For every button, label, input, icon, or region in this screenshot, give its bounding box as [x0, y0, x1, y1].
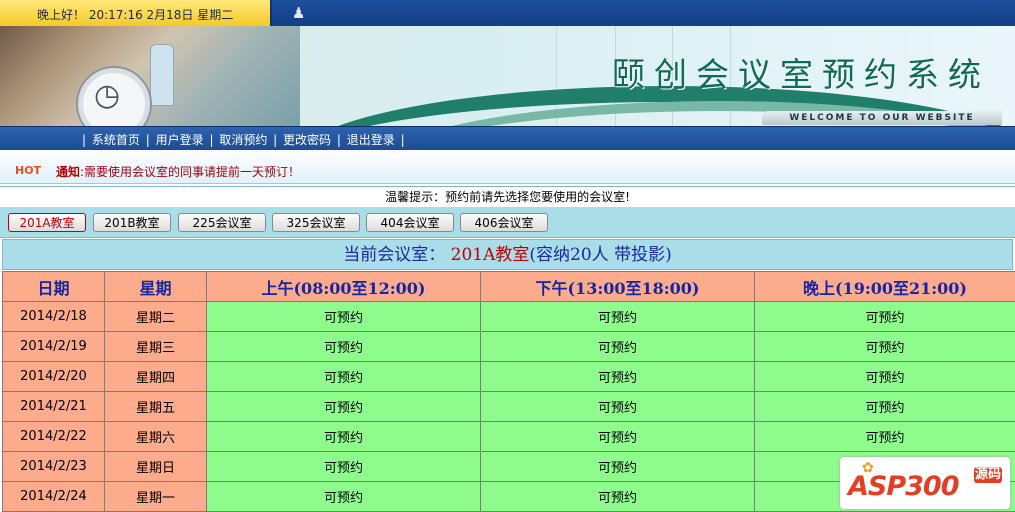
cell-weekday: 星期五 — [104, 391, 207, 422]
notice-bar: HOT 通知:需要使用会议室的同事请提前一天预订！ — [0, 150, 1015, 184]
cell-date: 2014/2/23 — [2, 451, 105, 482]
room-button-201b[interactable]: 201B教室 — [93, 213, 171, 232]
greeting-text: 晚上好！ 20:17:16 2月18日 星期二 — [37, 8, 234, 22]
cell-date: 2014/2/20 — [2, 361, 105, 392]
top-status-bar: 晚上好！ 20:17:16 2月18日 星期二 ♟ — [0, 0, 1015, 26]
slot-morning[interactable]: 可预约 — [206, 451, 481, 482]
room-button-404[interactable]: 404会议室 — [366, 213, 454, 232]
cell-weekday: 星期二 — [104, 301, 207, 332]
site-banner: ◷ 颐创会议室预约系统 WELCOME TO OUR WEBSITE — [0, 26, 1015, 126]
table-row: 2014/2/20 星期四 可预约 可预约 可预约 — [2, 361, 1015, 392]
current-room-detail: (容纳20人 带投影) — [529, 245, 672, 265]
slot-afternoon[interactable]: 可预约 — [480, 301, 755, 332]
table-row: 2014/2/22 星期六 可预约 可预约 可预约 — [2, 421, 1015, 452]
room-button-406[interactable]: 406会议室 — [460, 213, 548, 232]
slot-morning[interactable]: 可预约 — [206, 421, 481, 452]
cell-date: 2014/2/18 — [2, 301, 105, 332]
slot-evening[interactable]: 可预约 — [754, 331, 1015, 362]
cell-weekday: 星期日 — [104, 451, 207, 482]
slot-evening[interactable]: 可预约 — [754, 361, 1015, 392]
cell-date: 2014/2/24 — [2, 481, 105, 512]
column-header-date: 日期 — [2, 271, 105, 302]
watermark-text: ASP300 — [848, 471, 959, 502]
table-row: 2014/2/19 星期三 可预约 可预约 可预约 — [2, 331, 1015, 362]
hot-badge: HOT — [15, 164, 42, 177]
room-button-325[interactable]: 325会议室 — [272, 213, 360, 232]
table-row: 2014/2/21 星期五 可预约 可预约 可预约 — [2, 391, 1015, 422]
tip-message: 温馨提示：预约前请先选择您要使用的会议室! — [0, 186, 1015, 208]
notice-message: 通知:需要使用会议室的同事请提前一天预订！ — [56, 163, 300, 180]
slot-afternoon[interactable]: 可预约 — [480, 361, 755, 392]
main-nav: | 系统首页 | 用户登录 | 取消预约 | 更改密码 | 退出登录 | — [0, 126, 1015, 151]
room-button-225[interactable]: 225会议室 — [178, 213, 266, 232]
nav-logout[interactable]: 退出登录 — [347, 133, 395, 147]
slot-morning[interactable]: 可预约 — [206, 481, 481, 512]
slot-afternoon[interactable]: 可预约 — [480, 331, 755, 362]
table-header-row: 日期 星期 上午(08:00至12:00) 下午(13:00至18:00) 晚上… — [2, 271, 1015, 302]
bottle-illustration — [150, 44, 174, 106]
nav-home[interactable]: 系统首页 — [92, 133, 140, 147]
notice-label: 通知 — [56, 165, 81, 179]
cell-weekday: 星期一 — [104, 481, 207, 512]
cell-weekday: 星期六 — [104, 421, 207, 452]
slot-morning[interactable]: 可预约 — [206, 301, 481, 332]
current-room-prefix: 当前会议室： — [343, 245, 446, 265]
cell-date: 2014/2/22 — [2, 421, 105, 452]
column-header-weekday: 星期 — [104, 271, 207, 302]
welcome-caption: WELCOME TO OUR WEBSITE — [762, 111, 1002, 125]
cell-date: 2014/2/19 — [2, 331, 105, 362]
current-room-name: 201A教室 — [450, 245, 530, 265]
slot-evening[interactable]: 可预约 — [754, 301, 1015, 332]
nav-cancel-booking[interactable]: 取消预约 — [219, 133, 267, 147]
slot-morning[interactable]: 可预约 — [206, 331, 481, 362]
nav-links: | 系统首页 | 用户登录 | 取消预约 | 更改密码 | 退出登录 | — [82, 133, 405, 147]
nav-login[interactable]: 用户登录 — [156, 133, 204, 147]
slot-morning[interactable]: 可预约 — [206, 391, 481, 422]
notice-text: :需要使用会议室的同事请提前一天预订！ — [80, 165, 301, 179]
slot-afternoon[interactable]: 可预约 — [480, 421, 755, 452]
room-selector: 201A教室 201B教室 225会议室 325会议室 404会议室 406会议… — [0, 207, 1015, 238]
slot-afternoon[interactable]: 可预约 — [480, 481, 755, 512]
cell-weekday: 星期四 — [104, 361, 207, 392]
cell-date: 2014/2/21 — [2, 391, 105, 422]
column-header-afternoon: 下午(13:00至18:00) — [480, 271, 755, 302]
people-icon: ♟ — [292, 4, 306, 22]
site-title: 颐创会议室预约系统 — [612, 55, 990, 94]
slot-afternoon[interactable]: 可预约 — [480, 391, 755, 422]
column-header-morning: 上午(08:00至12:00) — [206, 271, 481, 302]
greeting-tab: 晚上好！ 20:17:16 2月18日 星期二 — [0, 0, 272, 26]
room-button-201a[interactable]: 201A教室 — [8, 213, 86, 232]
slot-evening[interactable]: 可预约 — [754, 391, 1015, 422]
asp300-watermark-logo: ✿ ASP300 源码 — [840, 457, 1010, 509]
column-header-evening: 晚上(19:00至21:00) — [754, 271, 1015, 302]
watermark-side-text: 源码 — [974, 467, 1002, 483]
slot-afternoon[interactable]: 可预约 — [480, 451, 755, 482]
clock-icon: ◷ — [94, 78, 121, 113]
table-row: 2014/2/18 星期二 可预约 可预约 可预约 — [2, 301, 1015, 332]
slot-morning[interactable]: 可预约 — [206, 361, 481, 392]
slot-evening[interactable]: 可预约 — [754, 421, 1015, 452]
nav-change-password[interactable]: 更改密码 — [283, 133, 331, 147]
current-room-heading: 当前会议室： 201A教室(容纳20人 带投影) — [2, 239, 1013, 270]
cell-weekday: 星期三 — [104, 331, 207, 362]
